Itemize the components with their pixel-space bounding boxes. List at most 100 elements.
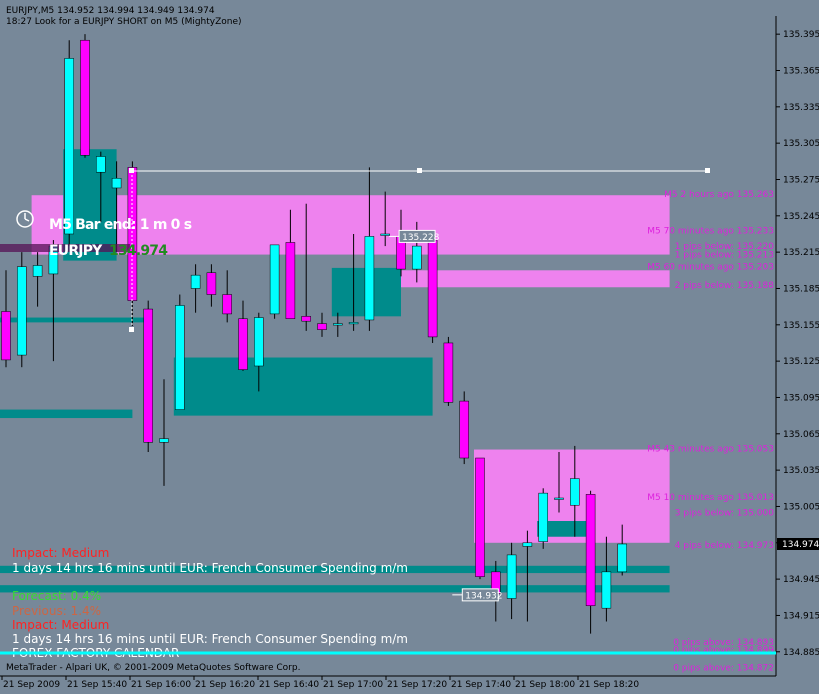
candle-body-bull — [17, 266, 27, 356]
zone-teal — [173, 357, 433, 416]
candle — [459, 391, 469, 465]
candle — [443, 336, 454, 406]
x-tick-label: 21 Sep 2009 — [3, 680, 60, 690]
trend-line-handle-right[interactable] — [705, 168, 710, 173]
news-event-1: 1 days 14 hrs 16 mins until EUR: French … — [12, 561, 408, 575]
news-impact-2: Impact: Medium — [12, 618, 109, 632]
candle-body-bull — [64, 58, 74, 235]
overlay-symbol: EURJPY — [49, 243, 103, 259]
y-tick-label: 134.945 — [783, 575, 819, 585]
y-tick-label: 135.365 — [783, 66, 819, 76]
news-forecast: Forecast: 0.4% — [12, 589, 101, 603]
zone-teal — [0, 409, 133, 419]
candle-body-bull — [570, 478, 580, 506]
zone-label: M5 2 hours ago 135.263 — [664, 190, 774, 200]
zone-label: 2 pips below: 135.188 — [675, 281, 775, 291]
x-tick-label: 21 Sep 16:00 — [131, 680, 191, 690]
overlay-price: 134.974 — [109, 243, 168, 259]
x-tick-label: 21 Sep 15:40 — [67, 680, 127, 690]
zone-label: 1 pips below: 135.213 — [675, 251, 774, 261]
candle-body-bull — [32, 265, 43, 277]
x-tick-label: 21 Sep 18:00 — [515, 680, 575, 690]
candle-body-bull — [601, 571, 612, 609]
candle-body-bull — [175, 305, 185, 410]
candle-body-bear — [459, 400, 469, 459]
candle — [538, 488, 548, 549]
x-tick-label: 21 Sep 17:00 — [323, 680, 383, 690]
zone-label: M5 10 minutes ago 135.013 — [647, 493, 774, 503]
x-tick-label: 21 Sep 18:20 — [579, 680, 639, 690]
candle-body-bull — [190, 274, 201, 289]
y-tick-label: 135.155 — [783, 321, 819, 331]
candle-body-bull — [96, 156, 106, 173]
candle — [475, 457, 485, 580]
candle-body-bear — [206, 272, 217, 295]
trend-line-handle-mid[interactable] — [417, 168, 422, 173]
y-tick-label: 135.275 — [783, 175, 819, 185]
candle-body-bear — [427, 239, 438, 338]
candle-body-bear — [301, 316, 311, 322]
candle-body-bull — [159, 438, 169, 443]
y-tick-label: 134.885 — [783, 648, 819, 658]
zone-label: M5 70 minutes ago 135.233 — [647, 226, 774, 236]
candle-body-bear — [222, 294, 232, 315]
zone-pink — [379, 270, 670, 288]
news-event-2: 1 days 14 hrs 16 mins until EUR: French … — [12, 632, 408, 646]
zone-label: 4 pips below: 134.973 — [675, 541, 774, 551]
candle-body-bull — [269, 244, 280, 315]
candle-body-bear — [80, 39, 90, 156]
vertical-line-handle[interactable] — [129, 327, 134, 332]
candle-body-bull — [617, 543, 627, 573]
candle — [64, 40, 74, 247]
candle-body-bull — [254, 317, 264, 367]
x-tick-label: 21 Sep 17:40 — [451, 680, 511, 690]
zone-label: M5 43 minutes ago 135.053 — [647, 444, 774, 454]
y-tick-label: 135.185 — [783, 284, 819, 294]
zone-label: 0 pips above: 134.872 — [673, 664, 774, 674]
x-tick-label: 21 Sep 16:40 — [259, 680, 319, 690]
candle-body-bull — [412, 245, 422, 270]
y-tick-label: 135.095 — [783, 393, 819, 403]
copyright-footer: MetaTrader - Alpari UK, © 2001-2009 Meta… — [6, 663, 300, 673]
candle-body-bear — [1, 311, 11, 361]
y-tick-label: 135.125 — [783, 357, 819, 367]
comment-header: 18:27 Look for a EURJPY SHORT on M5 (Mig… — [6, 17, 242, 27]
candle-body-bull — [522, 542, 533, 547]
candle-body-bear — [143, 308, 153, 443]
y-tick-label: 135.335 — [783, 103, 819, 113]
candle-body-bull — [333, 323, 343, 326]
y-tick-label: 135.245 — [783, 212, 819, 222]
news-previous: Previous: 1.4% — [12, 604, 101, 618]
x-tick-label: 21 Sep 16:20 — [195, 680, 255, 690]
current-price-label: 134.974 — [782, 540, 819, 550]
candle-body-bull — [348, 322, 359, 325]
price-chart[interactable]: M5 2 hours ago 135.263 M5 70 minutes ago … — [0, 0, 819, 694]
candle-body-bear — [443, 342, 454, 403]
x-tick-label: 21 Sep 17:20 — [387, 680, 447, 690]
candle-body-bear — [238, 318, 248, 370]
candle-body-bull — [538, 492, 548, 542]
candle — [143, 300, 153, 452]
candle-body-bear — [585, 494, 596, 607]
candle-body-bull — [111, 178, 122, 189]
candle-body-bear — [285, 242, 296, 320]
candle — [80, 34, 90, 158]
news-impact-1: Impact: Medium — [12, 546, 109, 560]
candle — [427, 233, 438, 343]
y-tick-label: 135.065 — [783, 430, 819, 440]
candle-body-bear — [317, 323, 327, 330]
y-tick-label: 134.915 — [783, 611, 819, 621]
zone-label: 3 pips below: 135.000 — [675, 509, 775, 519]
y-tick-label: 135.215 — [783, 248, 819, 258]
current-price-marker: 134.974 — [777, 538, 819, 550]
price-tag-text: 135.228 — [402, 233, 439, 243]
candle-body-bull — [380, 233, 390, 236]
candle — [175, 294, 185, 410]
y-tick-label: 135.395 — [783, 30, 819, 40]
candle — [269, 244, 280, 319]
candle-body-bear — [475, 457, 485, 577]
zone-label: M5 60 minutes ago 135.203 — [647, 263, 774, 273]
candle-body-bull — [364, 236, 375, 321]
bar-end-timer: M5 Bar end: 1 m 0 s — [49, 217, 192, 233]
symbol-header: EURJPY,M5 134.952 134.994 134.949 134.97… — [6, 6, 215, 16]
